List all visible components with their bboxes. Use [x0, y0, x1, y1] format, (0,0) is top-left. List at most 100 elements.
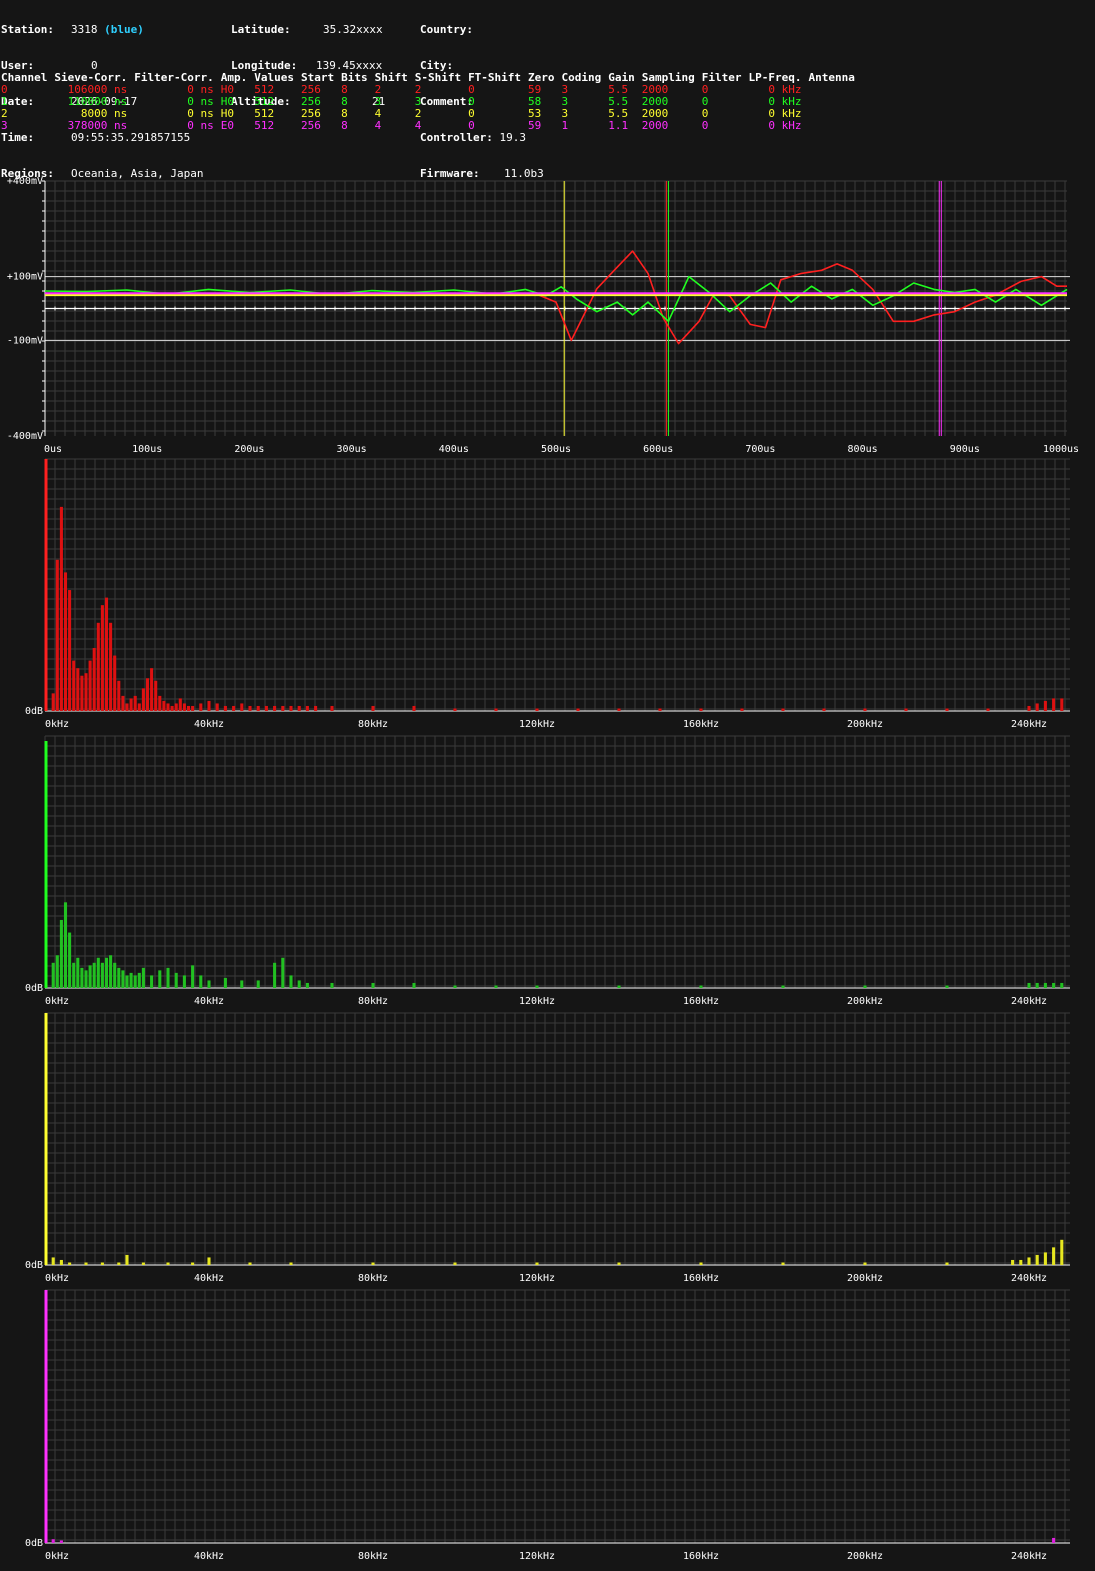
spectrum-bar — [863, 985, 867, 988]
spectrum-bar — [100, 605, 104, 711]
controller-label: Controller: — [420, 131, 493, 144]
spectrum-bar — [412, 982, 416, 988]
spectrum-bar — [133, 695, 137, 711]
spectrum-bar — [109, 955, 113, 988]
channel-cell: 2000 — [641, 119, 669, 132]
spectrum-bar — [330, 982, 334, 988]
spectrum-bar — [137, 703, 141, 711]
x-tick-label: 40kHz — [194, 1551, 224, 1562]
spectrum-bar — [1035, 703, 1039, 711]
spectrum-bar — [576, 708, 580, 711]
spectrum-bar — [305, 705, 309, 711]
spectrum-bar — [158, 970, 162, 988]
spectrum-bar — [281, 957, 285, 988]
x-tick-label: 100us — [132, 444, 162, 455]
spectrum-bar — [617, 985, 621, 988]
spectrum-bar — [535, 708, 539, 711]
spectrum-bar — [658, 708, 662, 711]
spectrum-bar — [1052, 1537, 1056, 1543]
x-tick-label: 80kHz — [358, 996, 388, 1007]
spectrum-bar — [223, 977, 227, 988]
channel-table-body: 0 106000 ns 0 ns H0 512 256 8 2 2 0 59 3 5.5 2000 0 0 k… — [1, 84, 862, 132]
spectrum-bar — [453, 985, 457, 988]
x-tick-label: 500us — [541, 444, 571, 455]
spectrum-bar — [166, 1262, 170, 1265]
spectrum-bar — [207, 1257, 211, 1265]
spectrum-bar — [412, 705, 416, 711]
x-tick-label: 120kHz — [519, 1273, 555, 1284]
spectrum-bar — [133, 975, 137, 988]
spectrum-bar — [63, 572, 68, 711]
channel-cell: 8 — [341, 119, 348, 132]
x-tick-label: 800us — [848, 444, 878, 455]
column-header: Filter — [701, 71, 742, 84]
channel-table-header: Channel Sieve-Corr. Filter-Corr. Amp. Values… — [1, 72, 862, 84]
spectrum-bar — [137, 972, 141, 988]
oscilloscope-chart: +400mV +100mV -100mV -400mV0us 100us 200us 300… — [7, 176, 1079, 455]
station-info: Station: 3318 (blue) User: 0 Date: 2026-09-… — [1, 0, 544, 180]
channel-cell — [809, 108, 862, 120]
spectrum-bar — [1035, 982, 1039, 988]
spectrum-bar — [1043, 982, 1047, 988]
spectrum-bar — [104, 957, 109, 988]
channel-cell: E0 — [220, 119, 234, 132]
x-tick-label: 40kHz — [194, 719, 224, 730]
channel-cell: 256 — [300, 119, 321, 132]
spectrum-bar — [72, 660, 76, 711]
x-tick-label: 160kHz — [683, 996, 719, 1007]
x-tick-label: 200us — [234, 444, 264, 455]
spectrum-bar — [191, 965, 195, 988]
latitude-label: Latitude: — [231, 23, 291, 36]
channel-row: 3 378000 ns 0 ns E0 512 256 8 4 4 0 59 1 1.1 2000 0 0 k… — [1, 120, 862, 132]
spectrum-bar — [174, 972, 178, 988]
spectrum-bar — [84, 673, 88, 711]
spectrum-bar — [781, 1262, 785, 1265]
y-tick-label: -400mV — [7, 431, 43, 442]
spectrum-bar — [535, 985, 539, 988]
channel-row: 2 8000 ns 0 ns H0 512 256 8 4 2 0 53 3 5.5 2000 0 0 kHz — [1, 108, 862, 120]
spectrum-bar — [113, 962, 117, 988]
x-tick-label: 80kHz — [358, 1551, 388, 1562]
y-axis-label: 0dB — [25, 1538, 43, 1549]
spectrum-bar — [289, 705, 293, 711]
y-axis-label: 0dB — [25, 706, 43, 717]
spectrum-bar — [88, 965, 92, 988]
channel-cell: 3 — [561, 95, 569, 108]
spectrum-bar — [617, 708, 621, 711]
x-tick-label: 0kHz — [45, 1273, 69, 1284]
spectrum-bar — [289, 1262, 293, 1265]
channel-cell: 0 — [701, 83, 709, 96]
spectrum-bar — [186, 705, 191, 711]
spectrum-bar — [1011, 1259, 1015, 1265]
spectrum-bar — [55, 955, 59, 988]
spectrum-chart-channel-0: 0dB0kHz 40kHz 80kHz 120kHz 160kHz 200kHz 240kH… — [25, 458, 1070, 730]
spectrum-bar — [863, 1262, 867, 1265]
x-tick-label: 200kHz — [847, 1273, 883, 1284]
x-tick-label: 240kHz — [1011, 996, 1047, 1007]
y-tick-label: +100mV — [7, 272, 43, 283]
spectrum-bar — [215, 703, 219, 711]
time-label: Time: — [1, 131, 35, 144]
spectrum-bar — [76, 957, 80, 988]
channel-cell — [809, 120, 862, 132]
spectrum-bar — [199, 975, 203, 988]
channel-row: 1 110000 ns 0 ns H0 512 256 8 3 3 0 58 3 5.5 2000 0 0 k… — [1, 96, 862, 108]
spectrum-bar — [1052, 1247, 1056, 1265]
spectrum-bar — [178, 698, 182, 711]
spectrum-bar — [191, 705, 195, 711]
spectrum-bar — [297, 705, 301, 711]
spectrum-bar — [1060, 698, 1064, 711]
spectrum-bar — [162, 700, 166, 711]
column-header: Antenna — [808, 71, 855, 84]
spectrum-bar — [297, 980, 301, 988]
spectrum-bar — [80, 967, 84, 988]
spectrum-bar — [617, 1262, 621, 1265]
spectrum-bar — [88, 660, 92, 711]
spectrum-bar — [1043, 1252, 1047, 1265]
channel-cell: 0 ns — [187, 119, 214, 132]
channel-cell: 0 — [701, 107, 709, 120]
spectrum-bar — [1060, 982, 1064, 988]
channel-cell: 512 — [254, 119, 275, 132]
spectrum-bar — [207, 980, 211, 988]
spectrum-bar — [182, 703, 186, 711]
